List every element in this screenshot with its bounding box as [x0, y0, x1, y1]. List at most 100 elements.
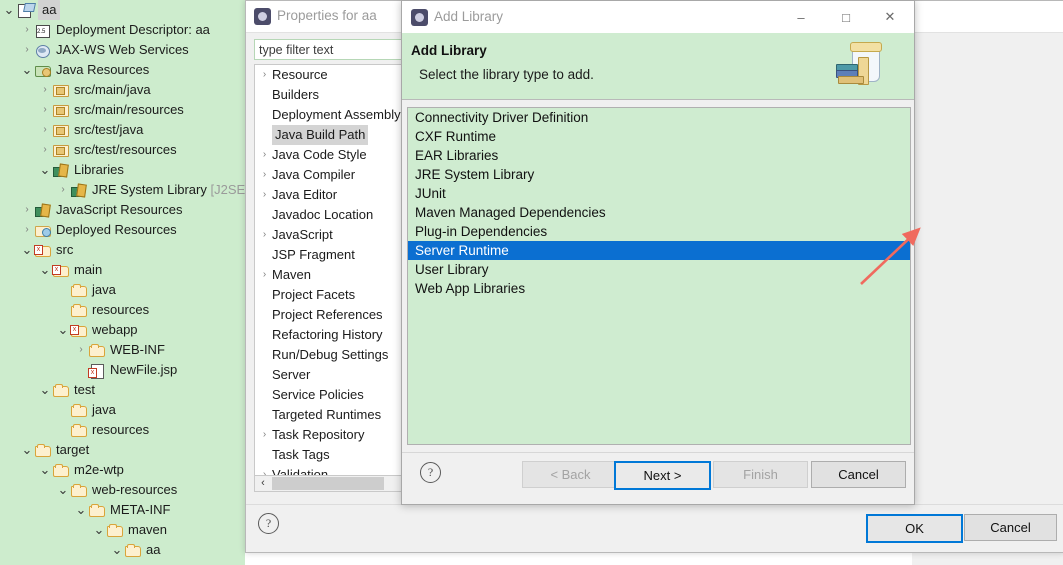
properties-tree-item-resource[interactable]: › Resource	[255, 65, 414, 85]
scrollbar-thumb[interactable]	[272, 477, 384, 490]
cancel-button[interactable]: Cancel	[811, 461, 906, 488]
tree-item-java[interactable]: java	[0, 400, 245, 420]
add-library-maximize-button[interactable]: □	[828, 6, 864, 28]
chevron-right-icon[interactable]: ›	[257, 425, 272, 445]
chevron-right-icon[interactable]: ›	[257, 165, 272, 185]
chevron-down-icon[interactable]: ⌄	[38, 463, 52, 476]
chevron-down-icon[interactable]: ⌄	[74, 503, 88, 516]
properties-tree-item-java-editor[interactable]: › Java Editor	[255, 185, 414, 205]
tree-item-src-main-java[interactable]: › src/main/java	[0, 80, 245, 100]
tree-item-main[interactable]: ⌄ main	[0, 260, 245, 280]
chevron-down-icon[interactable]: ⌄	[38, 263, 52, 276]
library-type-item[interactable]: Connectivity Driver Definition	[408, 108, 910, 127]
properties-ok-button[interactable]: OK	[866, 514, 963, 543]
library-type-item[interactable]: CXF Runtime	[408, 127, 910, 146]
chevron-right-icon[interactable]: ›	[20, 20, 34, 40]
tree-item-meta-inf[interactable]: ⌄ META-INF	[0, 500, 245, 520]
tree-item-maven[interactable]: ⌄ maven	[0, 520, 245, 540]
next-button[interactable]: Next >	[614, 461, 711, 490]
library-type-item[interactable]: EAR Libraries	[408, 146, 910, 165]
library-type-item[interactable]: Web App Libraries	[408, 279, 910, 298]
tree-item-java-resources[interactable]: ⌄ Java Resources	[0, 60, 245, 80]
properties-tree-item-java-build-path[interactable]: Java Build Path	[255, 125, 414, 145]
add-library-close-button[interactable]: ✕	[872, 6, 908, 28]
chevron-down-icon[interactable]: ⌄	[38, 163, 52, 176]
tree-item-webapp[interactable]: ⌄ webapp	[0, 320, 245, 340]
filter-input[interactable]: type filter text	[254, 39, 406, 60]
add-library-minimize-button[interactable]: –	[783, 6, 819, 28]
chevron-right-icon[interactable]: ›	[257, 225, 272, 245]
library-type-item[interactable]: User Library	[408, 260, 910, 279]
chevron-right-icon[interactable]: ›	[257, 145, 272, 165]
properties-tree-item-javascript[interactable]: › JavaScript	[255, 225, 414, 245]
tree-item-web-inf[interactable]: › WEB-INF	[0, 340, 245, 360]
tree-item-resources[interactable]: resources	[0, 420, 245, 440]
chevron-right-icon[interactable]: ›	[38, 140, 52, 160]
tree-item-deployed-resources[interactable]: › Deployed Resources	[0, 220, 245, 240]
library-type-item[interactable]: JRE System Library	[408, 165, 910, 184]
tree-item-deployment-descriptor-aa[interactable]: › Deployment Descriptor: aa	[0, 20, 245, 40]
properties-tree-item-task-tags[interactable]: Task Tags	[255, 445, 414, 465]
chevron-right-icon[interactable]: ›	[56, 180, 70, 200]
chevron-right-icon[interactable]: ›	[20, 40, 34, 60]
tree-item-resources[interactable]: resources	[0, 300, 245, 320]
chevron-right-icon[interactable]: ›	[257, 65, 272, 85]
chevron-down-icon[interactable]: ⌄	[20, 243, 34, 256]
properties-cancel-button[interactable]: Cancel	[964, 514, 1057, 541]
chevron-right-icon[interactable]: ›	[20, 220, 34, 240]
library-type-item[interactable]: Server Runtime	[408, 241, 910, 260]
chevron-right-icon[interactable]: ›	[38, 100, 52, 120]
chevron-down-icon[interactable]: ⌄	[38, 383, 52, 396]
properties-tree-item-builders[interactable]: Builders	[255, 85, 414, 105]
add-library-help-button[interactable]: ?	[420, 462, 441, 483]
properties-tree-item-run-debug-settings[interactable]: Run/Debug Settings	[255, 345, 414, 365]
library-type-item[interactable]: Maven Managed Dependencies	[408, 203, 910, 222]
properties-tree-item-maven[interactable]: › Maven	[255, 265, 414, 285]
properties-tree-item-jsp-fragment[interactable]: JSP Fragment	[255, 245, 414, 265]
tree-item-web-resources[interactable]: ⌄ web-resources	[0, 480, 245, 500]
properties-tree-item-java-compiler[interactable]: › Java Compiler	[255, 165, 414, 185]
library-type-list[interactable]: Connectivity Driver Definition CXF Runtim…	[407, 107, 911, 445]
chevron-down-icon[interactable]: ⌄	[56, 323, 70, 336]
properties-tree-item-project-references[interactable]: Project References	[255, 305, 414, 325]
chevron-right-icon[interactable]: ›	[74, 340, 88, 360]
tree-item-src-test-resources[interactable]: › src/test/resources	[0, 140, 245, 160]
properties-tree-hscrollbar[interactable]: ‹ ›	[254, 475, 413, 492]
tree-item-javascript-resources[interactable]: › JavaScript Resources	[0, 200, 245, 220]
tree-item-jax-ws-web-services[interactable]: › JAX-WS Web Services	[0, 40, 245, 60]
properties-tree-item-targeted-runtimes[interactable]: Targeted Runtimes	[255, 405, 414, 425]
library-type-item[interactable]: JUnit	[408, 184, 910, 203]
scroll-left-arrow-icon[interactable]: ‹	[255, 476, 271, 491]
properties-help-button[interactable]: ?	[258, 513, 279, 534]
properties-category-tree[interactable]: › Resource Builders Deployment Assembly Java…	[254, 64, 415, 476]
tree-item-aa[interactable]: ⌄ aa	[0, 0, 245, 20]
properties-tree-item-javadoc-location[interactable]: Javadoc Location	[255, 205, 414, 225]
library-type-item[interactable]: Plug-in Dependencies	[408, 222, 910, 241]
chevron-down-icon[interactable]: ⌄	[92, 523, 106, 536]
tree-item-src[interactable]: ⌄ src	[0, 240, 245, 260]
chevron-right-icon[interactable]: ›	[257, 265, 272, 285]
chevron-down-icon[interactable]: ⌄	[56, 483, 70, 496]
properties-tree-item-java-code-style[interactable]: › Java Code Style	[255, 145, 414, 165]
tree-item-jre-system-library[interactable]: › JRE System Library [J2SE-1	[0, 180, 245, 200]
tree-item-target[interactable]: ⌄ target	[0, 440, 245, 460]
chevron-down-icon[interactable]: ⌄	[2, 3, 16, 16]
chevron-down-icon[interactable]: ⌄	[110, 543, 124, 556]
tree-item-aa[interactable]: ⌄ aa	[0, 540, 245, 560]
properties-tree-item-server[interactable]: Server	[255, 365, 414, 385]
properties-tree-item-task-repository[interactable]: › Task Repository	[255, 425, 414, 445]
tree-item-java[interactable]: java	[0, 280, 245, 300]
tree-item-test[interactable]: ⌄ test	[0, 380, 245, 400]
chevron-right-icon[interactable]: ›	[20, 200, 34, 220]
chevron-right-icon[interactable]: ›	[38, 80, 52, 100]
chevron-right-icon[interactable]: ›	[38, 120, 52, 140]
properties-tree-item-deployment-assembly[interactable]: Deployment Assembly	[255, 105, 414, 125]
tree-item-src-test-java[interactable]: › src/test/java	[0, 120, 245, 140]
properties-tree-item-service-policies[interactable]: Service Policies	[255, 385, 414, 405]
chevron-down-icon[interactable]: ⌄	[20, 63, 34, 76]
tree-item-src-main-resources[interactable]: › src/main/resources	[0, 100, 245, 120]
chevron-down-icon[interactable]: ⌄	[20, 443, 34, 456]
tree-item-m2e-wtp[interactable]: ⌄ m2e-wtp	[0, 460, 245, 480]
project-explorer[interactable]: ⌄aa›Deployment Descriptor: aa›JAX-WS Web…	[0, 0, 245, 565]
properties-tree-item-project-facets[interactable]: Project Facets	[255, 285, 414, 305]
